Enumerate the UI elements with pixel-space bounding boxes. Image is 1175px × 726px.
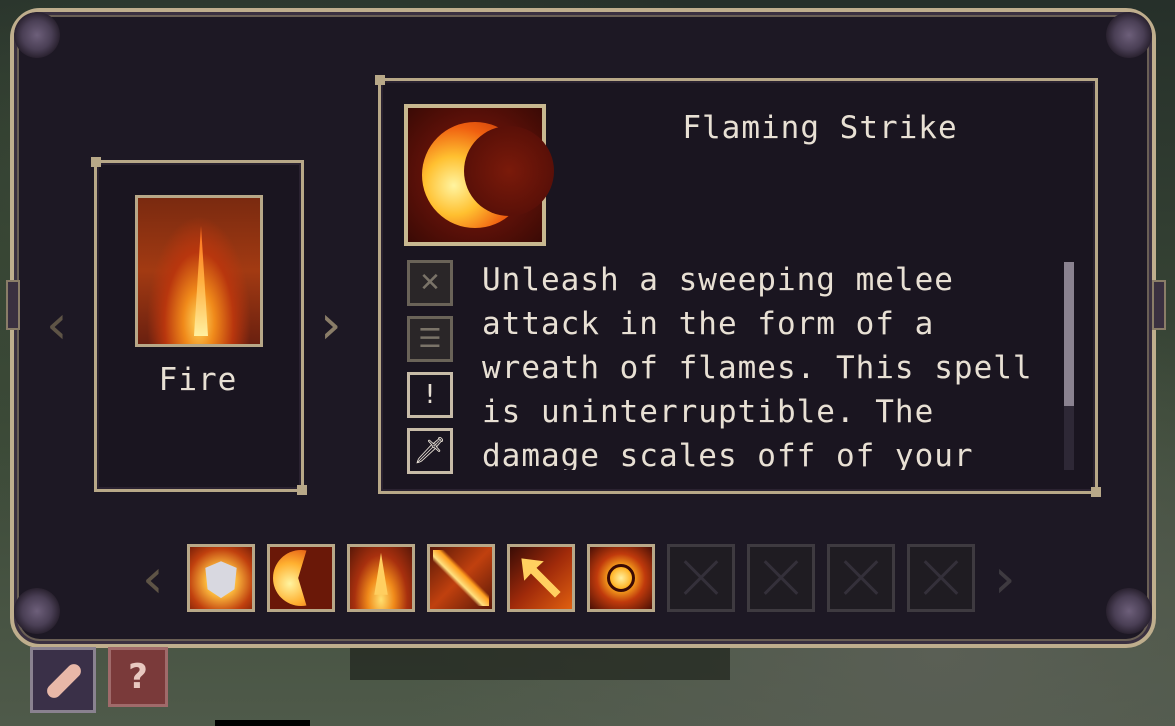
spell-slot-flame-slash[interactable] xyxy=(427,544,495,612)
spell-description: Unleash a sweeping melee attack in the f… xyxy=(482,262,1033,470)
spell-slot-empty-3[interactable] xyxy=(827,544,895,612)
school-next-arrow[interactable]: › xyxy=(320,298,342,352)
spell-title: Flaming Strike xyxy=(682,110,958,146)
description-scroll-thumb[interactable] xyxy=(1064,262,1074,406)
spellbar-prev-arrow[interactable]: ‹ xyxy=(142,552,164,606)
sword-icon: 🗡 xyxy=(407,428,453,474)
spell-slot-fire-arrow[interactable] xyxy=(507,544,575,612)
scroll-icon xyxy=(44,661,84,701)
side-tab-left xyxy=(6,280,20,330)
shield-icon xyxy=(205,561,237,599)
spellbar-next-arrow[interactable]: › xyxy=(994,552,1016,606)
spell-icon xyxy=(404,104,554,246)
spell-slot-empty-2[interactable] xyxy=(747,544,815,612)
cancel-icon: ✕ xyxy=(407,260,453,306)
fire-icon xyxy=(194,226,208,336)
flame-icon xyxy=(374,552,388,595)
spell-slot-flaming-strike[interactable] xyxy=(267,544,335,612)
spell-slot-empty-4[interactable] xyxy=(907,544,975,612)
slash-icon xyxy=(433,550,489,606)
alert-icon: ! xyxy=(407,372,453,418)
list-icon: ☰ xyxy=(407,316,453,362)
help-button[interactable]: ? xyxy=(108,647,168,707)
school-name: Fire xyxy=(158,362,238,398)
spell-slot-fire-shield[interactable] xyxy=(187,544,255,612)
crescent-flame-icon xyxy=(422,122,554,228)
spell-slot-fire-burst[interactable] xyxy=(347,544,415,612)
crescent-flame-icon xyxy=(273,550,307,606)
scroll-button[interactable] xyxy=(30,647,96,713)
school-prev-arrow[interactable]: ‹ xyxy=(46,298,68,352)
side-tab-right xyxy=(1152,280,1166,330)
corner-ornament-icon xyxy=(14,588,60,634)
spell-slot-sun-burst[interactable] xyxy=(587,544,655,612)
school-card[interactable] xyxy=(135,195,263,347)
spell-slot-empty-1[interactable] xyxy=(667,544,735,612)
corner-ornament-icon xyxy=(1106,12,1152,58)
corner-ornament-icon xyxy=(1106,588,1152,634)
corner-ornament-icon xyxy=(14,12,60,58)
arrow-icon xyxy=(521,558,561,598)
sun-icon xyxy=(607,564,635,592)
hotbar-fragment xyxy=(215,720,310,726)
